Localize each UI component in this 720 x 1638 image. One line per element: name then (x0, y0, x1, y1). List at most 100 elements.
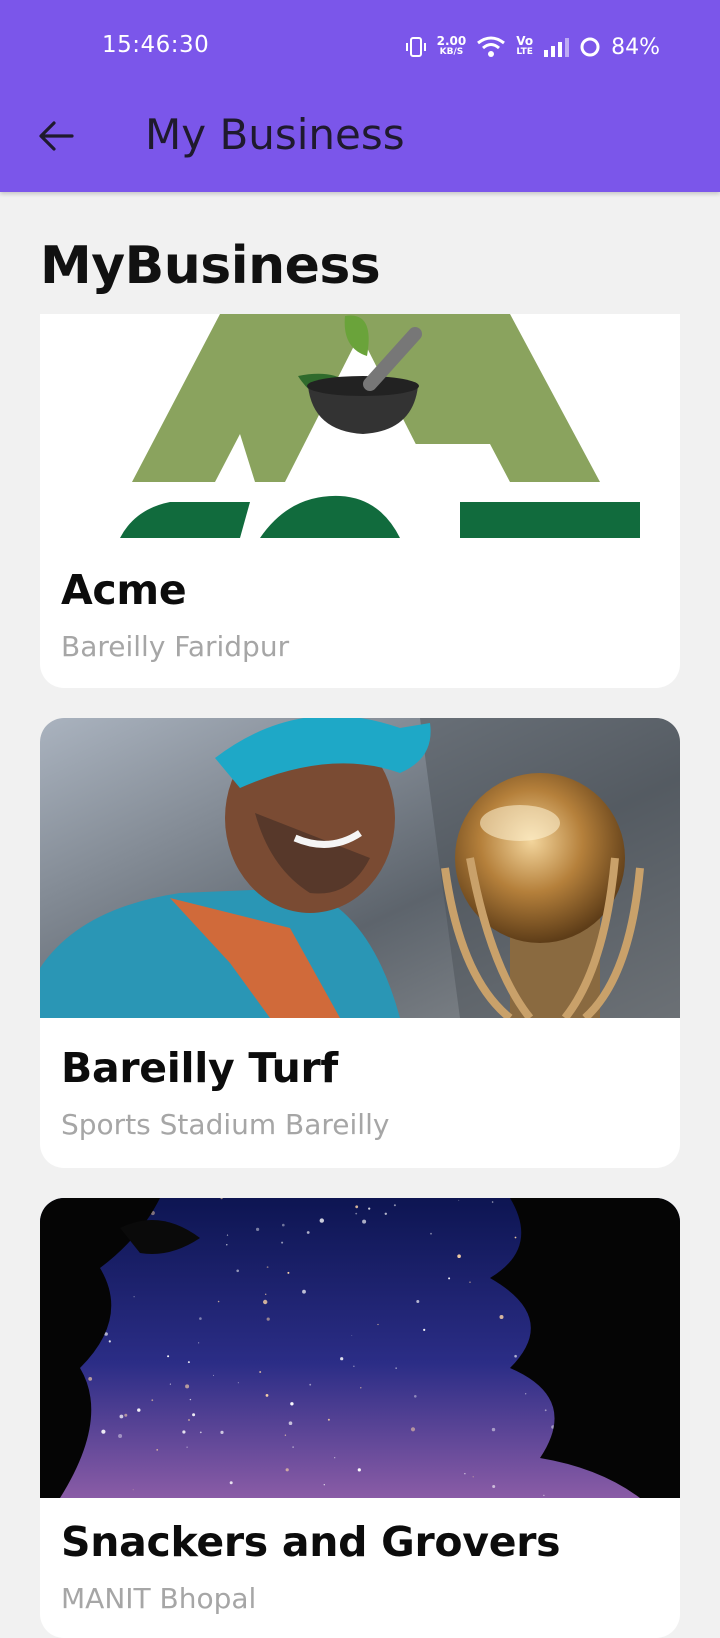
star (395, 1367, 397, 1369)
business-name: Snackers and Grovers (61, 1518, 561, 1566)
business-location: Sports Stadium Bareilly (61, 1108, 390, 1141)
star (491, 1427, 496, 1432)
star (351, 1335, 353, 1336)
star (457, 1254, 461, 1258)
star (217, 1300, 220, 1303)
star (287, 1271, 290, 1274)
star (189, 1398, 192, 1401)
signal-icon (543, 37, 570, 57)
star (118, 1434, 123, 1438)
star (458, 1199, 460, 1201)
star (448, 1277, 451, 1280)
star (309, 1383, 312, 1386)
appbar-title: My Business (145, 110, 405, 159)
back-button[interactable] (30, 110, 82, 162)
star (88, 1377, 93, 1381)
status-icons: 2.00 KB/S Vo LTE 84% (405, 30, 660, 64)
star (327, 1418, 330, 1421)
star (384, 1212, 387, 1215)
battery-level: 84% (611, 34, 660, 60)
volte-indicator: Vo LTE (516, 34, 534, 58)
star (284, 1434, 287, 1436)
business-card-acme[interactable]: Acme Bareilly Faridpur (40, 314, 680, 688)
star (236, 1269, 239, 1273)
star (319, 1218, 324, 1223)
star (133, 1296, 135, 1298)
star (340, 1357, 344, 1361)
star (355, 1205, 359, 1209)
star (281, 1241, 284, 1244)
star (544, 1409, 547, 1412)
star (472, 1476, 474, 1478)
star (514, 1236, 517, 1239)
star (282, 1223, 285, 1227)
star (213, 1374, 214, 1376)
star (220, 1430, 224, 1434)
star (259, 1371, 262, 1373)
star (263, 1299, 268, 1305)
star (237, 1382, 239, 1384)
star (499, 1315, 504, 1319)
business-name: Bareilly Turf (61, 1044, 338, 1092)
star (514, 1354, 517, 1358)
star (368, 1207, 371, 1210)
business-location: Bareilly Faridpur (61, 630, 290, 663)
star (192, 1413, 196, 1417)
star (156, 1449, 159, 1451)
star (362, 1219, 367, 1224)
star (285, 1468, 289, 1472)
page-heading: MyBusiness (40, 236, 381, 296)
star (416, 1300, 420, 1303)
star (108, 1340, 111, 1343)
star (357, 1468, 361, 1472)
volte-label-top: Vo (516, 34, 534, 48)
star (377, 1323, 379, 1326)
star (353, 1365, 355, 1367)
star (151, 1399, 154, 1402)
wifi-icon (476, 35, 506, 59)
star (256, 1227, 260, 1231)
star (266, 1317, 270, 1321)
star (410, 1427, 416, 1432)
star (292, 1446, 294, 1448)
cricket-player-with-trophy-image (40, 718, 680, 1018)
star (229, 1481, 233, 1485)
star (187, 1361, 190, 1364)
star (543, 1494, 545, 1496)
star (525, 1393, 527, 1395)
business-card-snackers-and-grovers[interactable]: Snackers and Grovers MANIT Bhopal (40, 1198, 680, 1638)
star (360, 1387, 362, 1389)
data-rate-value: 2.00 (436, 34, 467, 48)
star (124, 1413, 128, 1417)
star (355, 1212, 358, 1215)
starry-night-sky-image (40, 1198, 680, 1498)
star (226, 1234, 229, 1236)
star (430, 1232, 432, 1235)
star (198, 1342, 200, 1344)
app-bar: 15:46:30 2.00 KB/S Vo LTE 84% My Busines… (0, 0, 720, 192)
star (469, 1281, 471, 1283)
star (199, 1317, 202, 1320)
data-rate-unit: KB/S (439, 47, 464, 57)
star (119, 1414, 124, 1419)
star (167, 1355, 170, 1358)
star (199, 1431, 202, 1434)
star (464, 1473, 466, 1475)
arrow-left-icon (38, 120, 74, 152)
battery-icon (579, 36, 601, 58)
star (288, 1421, 293, 1425)
star (334, 1457, 336, 1459)
status-time: 15:46:30 (102, 32, 210, 58)
business-name: Acme (61, 566, 187, 614)
star (491, 1201, 494, 1203)
business-card-bareilly-turf[interactable]: Bareilly Turf Sports Stadium Bareilly (40, 718, 680, 1168)
star (182, 1430, 186, 1434)
star (226, 1244, 228, 1246)
vibrate-icon (405, 36, 427, 58)
star (101, 1429, 106, 1434)
star (290, 1402, 294, 1406)
star (393, 1204, 396, 1207)
star (265, 1293, 267, 1295)
data-rate: 2.00 KB/S (436, 34, 467, 58)
star (266, 1266, 269, 1268)
